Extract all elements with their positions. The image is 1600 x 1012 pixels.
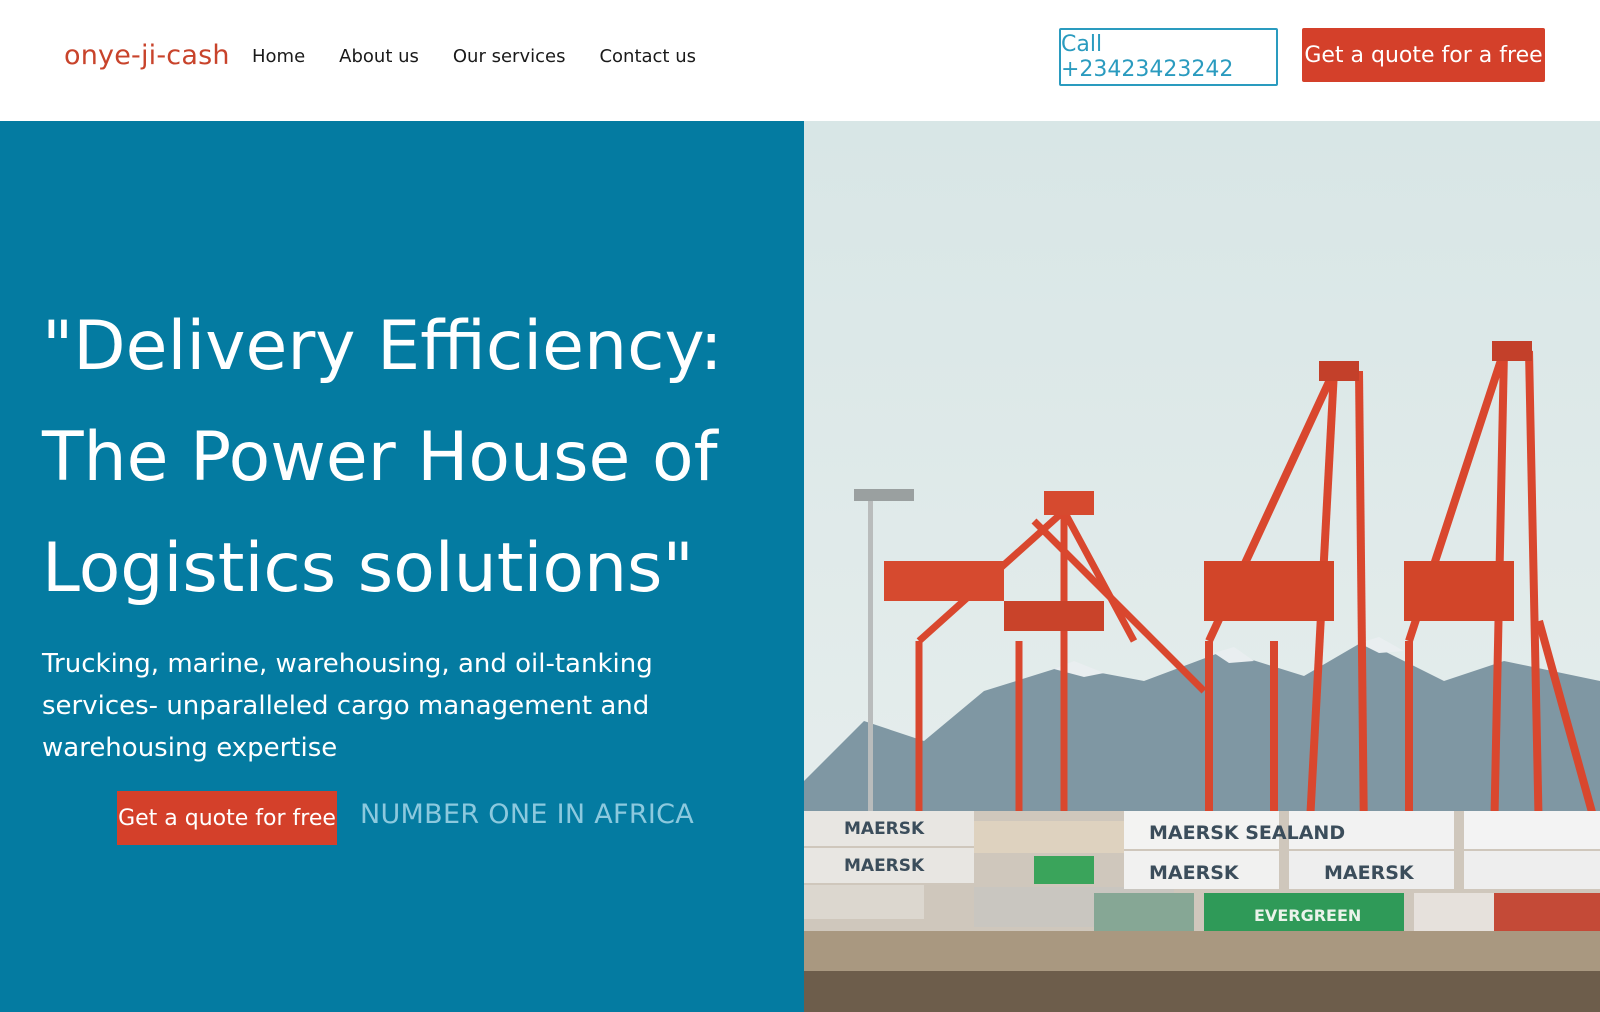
hero-tagline: NUMBER ONE IN AFRICA xyxy=(360,799,695,830)
container-label: MAERSK xyxy=(1149,862,1240,884)
hero-panel: "Delivery Efficiency: The Power House of… xyxy=(0,121,804,1012)
nav-contact-link[interactable]: Contact us xyxy=(599,46,696,67)
nav-about-link[interactable]: About us xyxy=(339,46,419,67)
container-label: MAERSK xyxy=(844,819,925,839)
hero-title: "Delivery Efficiency: The Power House of… xyxy=(42,307,723,608)
hero-quote-button[interactable]: Get a quote for free xyxy=(117,791,337,845)
call-button[interactable]: Call +23423423242 xyxy=(1059,28,1278,86)
site-header: onye-ji-cash Home About us Our services … xyxy=(0,0,1600,120)
port-illustration: MAERSK MAERSK MAERSK SEALAND MAERSK EVER… xyxy=(804,121,1600,1012)
port-cranes-image: MAERSK MAERSK MAERSK SEALAND MAERSK EVER… xyxy=(804,121,1600,1012)
container-label: MAERSK SEALAND xyxy=(1149,822,1345,844)
container-label: MAERSK xyxy=(844,856,925,876)
container-label: EVERGREEN xyxy=(1254,906,1361,925)
nav-home-link[interactable]: Home xyxy=(252,46,305,67)
brand-logo[interactable]: onye-ji-cash xyxy=(64,40,230,71)
hero-subtitle: Trucking, marine, warehousing, and oil-t… xyxy=(42,649,653,763)
main-nav: Home About us Our services Contact us xyxy=(252,46,696,67)
header-quote-button[interactable]: Get a quote for a free xyxy=(1302,28,1545,82)
nav-services-link[interactable]: Our services xyxy=(453,46,566,67)
container-label: MAERSK xyxy=(1324,862,1415,884)
